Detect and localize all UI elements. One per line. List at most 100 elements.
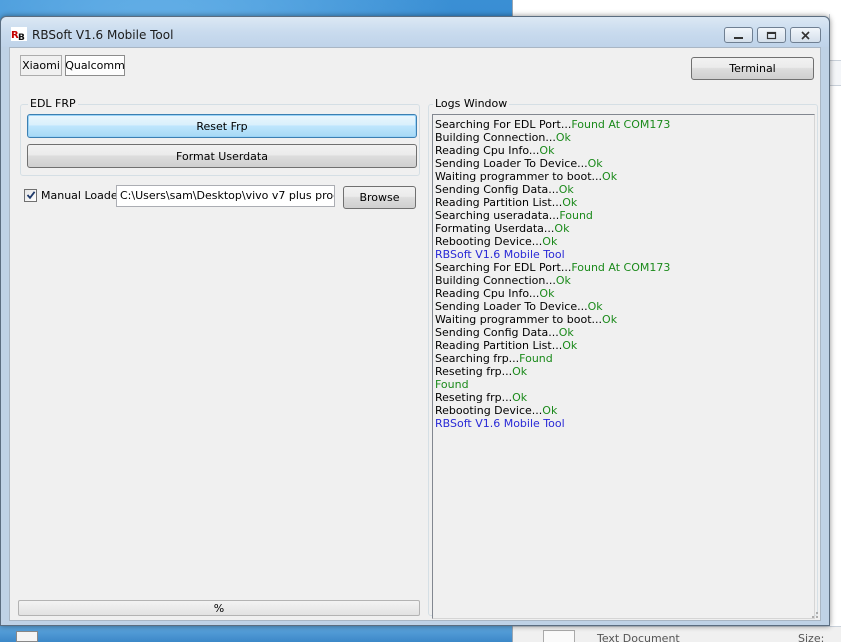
log-line: Reading Partition List...Ok — [435, 339, 812, 352]
log-line: Sending Config Data...Ok — [435, 183, 812, 196]
log-segment: Ok — [587, 300, 603, 313]
close-button[interactable] — [790, 27, 821, 43]
background-status-bar: Text Document Size: 283 — [513, 626, 841, 642]
manual-loader-checkbox[interactable] — [24, 188, 37, 202]
log-segment: Ok — [542, 235, 558, 248]
log-segment: Waiting programmer to boot... — [435, 313, 603, 326]
log-segment: Building Connection... — [435, 131, 556, 144]
log-segment: Sending Config Data... — [435, 326, 559, 339]
app-logo-icon: R B — [11, 27, 27, 43]
svg-text:B: B — [18, 33, 25, 41]
log-segment: Ok — [558, 183, 574, 196]
logs-group-title: Logs Window — [433, 97, 510, 110]
log-segment: Found — [435, 378, 469, 391]
log-line: Sending Loader To Device...Ok — [435, 157, 812, 170]
log-segment: RBSoft V1.6 Mobile Tool — [435, 417, 565, 430]
log-segment: Sending Config Data... — [435, 183, 559, 196]
log-segment: Reading Partition List... — [435, 339, 563, 352]
edl-frp-group: EDL FRP Reset Frp Format Userdata — [20, 98, 420, 176]
browse-button[interactable]: Browse — [343, 186, 416, 209]
title-bar[interactable]: R B RBSoft V1.6 Mobile Tool — [1, 17, 829, 47]
log-segment: RBSoft V1.6 Mobile Tool — [435, 248, 565, 261]
log-segment: Found — [559, 209, 593, 222]
format-userdata-button[interactable]: Format Userdata — [27, 144, 417, 168]
minimize-button[interactable] — [724, 27, 753, 43]
taskbar-document-icon[interactable] — [16, 631, 38, 642]
log-segment: Sending Loader To Device... — [435, 300, 588, 313]
log-segment: Ok — [602, 313, 618, 326]
loader-path-field[interactable]: C:\Users\sam\Desktop\vivo v7 plus progra… — [116, 185, 335, 207]
reset-frp-button[interactable]: Reset Frp — [27, 114, 417, 138]
background-column-header — [829, 60, 841, 86]
log-segment: Reading Partition List... — [435, 196, 563, 209]
log-line: Rebooting Device...Ok — [435, 235, 812, 248]
resize-grip-icon[interactable] — [809, 609, 819, 619]
log-segment: Reseting frp... — [435, 365, 513, 378]
log-line: Sending Loader To Device...Ok — [435, 300, 812, 313]
terminal-button-label: Terminal — [729, 62, 776, 75]
app-window: R B RBSoft V1.6 Mobile Tool Xiaomi Qualc… — [0, 16, 830, 626]
log-segment: Ok — [554, 222, 570, 235]
reset-frp-label: Reset Frp — [196, 119, 248, 133]
log-line: Searching useradata...Found — [435, 209, 812, 222]
maximize-button[interactable] — [757, 27, 786, 43]
log-segment: Ok — [562, 196, 578, 209]
taskbar — [0, 626, 512, 642]
client-area: Xiaomi Qualcomm Terminal EDL FRP Reset F… — [9, 47, 821, 621]
log-line: Building Connection...Ok — [435, 131, 812, 144]
checkmark-icon — [26, 191, 35, 200]
log-segment: Searching frp... — [435, 352, 520, 365]
tab-qualcomm[interactable]: Qualcomm — [65, 55, 125, 76]
log-line: Found — [435, 378, 812, 391]
log-segment: Sending Loader To Device... — [435, 157, 588, 170]
log-segment: Ok — [555, 274, 571, 287]
terminal-button[interactable]: Terminal — [691, 57, 814, 80]
log-line: Reseting frp...Ok — [435, 391, 812, 404]
log-segment: Rebooting Device... — [435, 404, 543, 417]
window-title: RBSoft V1.6 Mobile Tool — [32, 28, 174, 42]
log-segment: Found At COM173 — [571, 118, 671, 131]
log-segment: Reseting frp... — [435, 391, 513, 404]
manual-loader-row: Manual Loader — [24, 187, 122, 203]
log-segment: Waiting programmer to boot... — [435, 170, 603, 183]
log-segment: Ok — [587, 157, 603, 170]
log-segment: Found At COM173 — [571, 261, 671, 274]
log-line: Reading Partition List...Ok — [435, 196, 812, 209]
log-line: Building Connection...Ok — [435, 274, 812, 287]
minimize-icon — [734, 36, 743, 39]
tab-qualcomm-label: Qualcomm — [65, 59, 125, 72]
log-segment: Ok — [602, 170, 618, 183]
background-status-right: Size: 283 — [798, 632, 825, 642]
background-column-strip — [829, 14, 841, 642]
log-line: Waiting programmer to boot...Ok — [435, 170, 812, 183]
log-line: Searching For EDL Port...Found At COM173 — [435, 118, 812, 131]
manual-loader-label: Manual Loader — [41, 188, 123, 202]
edl-frp-group-title: EDL FRP — [28, 97, 78, 110]
document-icon — [543, 630, 575, 642]
log-segment: Reading Cpu Info... — [435, 144, 540, 157]
log-segment: Ok — [512, 391, 528, 404]
tab-xiaomi[interactable]: Xiaomi — [20, 55, 62, 76]
log-line: Reading Cpu Info...Ok — [435, 287, 812, 300]
logs-textbox[interactable]: Searching For EDL Port...Found At COM173… — [432, 114, 815, 619]
log-segment: Building Connection... — [435, 274, 556, 287]
log-segment: Searching For EDL Port... — [435, 261, 572, 274]
browse-button-label: Browse — [359, 191, 400, 204]
log-segment: Ok — [555, 131, 571, 144]
log-line: Reading Cpu Info...Ok — [435, 144, 812, 157]
background-status-left: Text Document — [597, 632, 680, 642]
progress-text: % — [213, 602, 225, 615]
log-segment: Ok — [539, 287, 555, 300]
log-segment: Rebooting Device... — [435, 235, 543, 248]
format-userdata-label: Format Userdata — [176, 149, 268, 163]
log-segment: Formating Userdata... — [435, 222, 555, 235]
log-line: Formating Userdata...Ok — [435, 222, 812, 235]
log-segment: Ok — [542, 404, 558, 417]
log-line: Reseting frp...Ok — [435, 365, 812, 378]
log-segment: Found — [519, 352, 553, 365]
log-segment: Searching For EDL Port... — [435, 118, 572, 131]
progress-bar: % — [18, 600, 420, 616]
tab-xiaomi-label: Xiaomi — [22, 59, 60, 72]
log-segment: Reading Cpu Info... — [435, 287, 540, 300]
close-icon — [801, 30, 810, 40]
